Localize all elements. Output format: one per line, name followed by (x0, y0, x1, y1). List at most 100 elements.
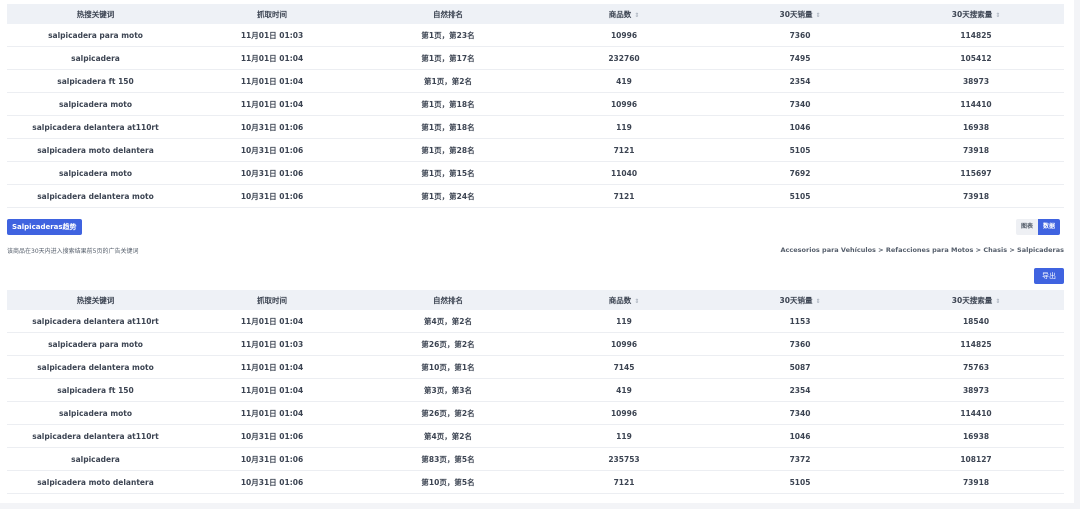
column-header[interactable]: 30天搜索量 ⇕ (888, 4, 1064, 24)
table-cell: 7121 (536, 138, 712, 162)
table-cell: salpicadera delantera moto (7, 355, 184, 379)
column-header: 自然排名 (360, 290, 536, 310)
table-body: salpicadera para moto 11月01日 01:03 第1页，第23… (7, 24, 1064, 208)
table-cell: 2354 (712, 69, 888, 93)
table-row: salpicadera moto 11月01日 01:04 第1页，第18名 1099… (7, 92, 1064, 116)
table-cell: 11月01日 01:04 (184, 92, 360, 116)
table-cell: 第1页，第23名 (360, 24, 536, 47)
table-cell: 419 (536, 378, 712, 402)
sort-icon[interactable]: ⇕ (815, 12, 820, 19)
table-cell: 119 (536, 115, 712, 139)
table-row: salpicadera para moto 11月01日 01:03 第1页，第23… (7, 24, 1064, 47)
table-cell: salpicadera moto (7, 161, 184, 185)
table-cell: 75763 (888, 355, 1064, 379)
column-header: 热搜关键词 (7, 4, 184, 24)
column-header[interactable]: 30天销量 ⇕ (712, 290, 888, 310)
table-cell: 7340 (712, 401, 888, 425)
column-header-label: 商品数 (608, 9, 632, 19)
ad-keyword-note: 该商品在30天内进入搜索结果前5页的广告关键词 (7, 248, 139, 255)
table-row: salpicadera ft 150 11月01日 01:04 第3页，第3名 419… (7, 378, 1064, 402)
sort-icon[interactable]: ⇕ (634, 12, 639, 19)
column-header: 抓取时间 (184, 290, 360, 310)
table-cell: salpicadera para moto (7, 332, 184, 356)
table-cell: 235753 (536, 447, 712, 471)
table-cell: 2354 (712, 378, 888, 402)
table-cell: 10996 (536, 332, 712, 356)
table-cell: 第1页，第28名 (360, 138, 536, 162)
table-cell: 第26页，第2名 (360, 401, 536, 425)
table-cell: 5105 (712, 470, 888, 494)
export-button[interactable]: 导出 (1034, 268, 1064, 284)
table-cell: 11月01日 01:04 (184, 46, 360, 70)
sort-icon[interactable]: ⇕ (634, 298, 639, 305)
table-cell: 11月01日 01:04 (184, 378, 360, 402)
table-row: salpicadera para moto 11月01日 01:03 第26页，第2… (7, 332, 1064, 356)
table-cell: 1046 (712, 115, 888, 139)
column-header-label: 30天搜索量 (951, 9, 993, 19)
table-cell: 7360 (712, 24, 888, 47)
sort-icon[interactable]: ⇕ (995, 12, 1000, 19)
table-cell: salpicadera (7, 46, 184, 70)
table-cell: 5105 (712, 184, 888, 208)
table-cell: 419 (536, 69, 712, 93)
table-row: salpicadera delantera at110rt 11月01日 01:0… (7, 310, 1064, 333)
table-cell: 第3页，第3名 (360, 378, 536, 402)
table-cell: 第83页，第5名 (360, 447, 536, 471)
table-row: salpicadera ft 150 11月01日 01:04 第1页，第2名 419… (7, 69, 1064, 93)
table-cell: 11月01日 01:03 (184, 332, 360, 356)
table-cell: 115697 (888, 161, 1064, 185)
table-row: salpicadera 11月01日 01:04 第1页，第17名 232760 749… (7, 46, 1064, 70)
table-cell: 11月01日 01:04 (184, 69, 360, 93)
table-cell: 108127 (888, 447, 1064, 471)
table-cell: 7495 (712, 46, 888, 70)
table-cell: 10月31日 01:06 (184, 424, 360, 448)
table-cell: salpicadera moto delantera (7, 470, 184, 494)
table-cell: 114410 (888, 401, 1064, 425)
column-header[interactable]: 30天搜索量 ⇕ (888, 290, 1064, 310)
table-cell: salpicadera para moto (7, 24, 184, 47)
column-header: 自然排名 (360, 4, 536, 24)
column-header-label: 热搜关键词 (76, 9, 115, 19)
column-header[interactable]: 30天销量 ⇕ (712, 4, 888, 24)
table-cell: 10月31日 01:06 (184, 470, 360, 494)
table-cell: 232760 (536, 46, 712, 70)
table-cell: 第1页，第15名 (360, 161, 536, 185)
table-cell: 114825 (888, 332, 1064, 356)
sort-icon[interactable]: ⇕ (995, 298, 1000, 305)
column-header[interactable]: 商品数 ⇕ (536, 290, 712, 310)
table-cell: salpicadera moto (7, 92, 184, 116)
column-header-label: 抓取时间 (257, 9, 287, 19)
sort-icon[interactable]: ⇕ (815, 298, 820, 305)
view-toggle[interactable]: 图表 数据 (1016, 219, 1061, 235)
column-header[interactable]: 商品数 ⇕ (536, 4, 712, 24)
table-cell: 11月01日 01:04 (184, 310, 360, 333)
table-cell: 10月31日 01:06 (184, 161, 360, 185)
table-cell: 16938 (888, 424, 1064, 448)
table-row: salpicadera moto 10月31日 01:06 第1页，第15名 1104… (7, 161, 1064, 185)
table-cell: 第1页，第17名 (360, 46, 536, 70)
table-cell: 7692 (712, 161, 888, 185)
column-header-label: 30天搜索量 (951, 295, 993, 305)
table-cell: 73918 (888, 184, 1064, 208)
table-cell: 18540 (888, 310, 1064, 333)
page-bottom-strip (0, 503, 1080, 509)
table-cell: 11040 (536, 161, 712, 185)
table-cell: 第26页，第2名 (360, 332, 536, 356)
scrollbar-track[interactable] (1074, 0, 1080, 509)
table-cell: 119 (536, 310, 712, 333)
table-cell: 1046 (712, 424, 888, 448)
column-header-label: 抓取时间 (257, 295, 287, 305)
table-body: salpicadera delantera at110rt 11月01日 01:0… (7, 310, 1064, 494)
table-cell: 5087 (712, 355, 888, 379)
table-cell: 第1页，第2名 (360, 69, 536, 93)
trend-button[interactable]: Salpicaderas趋势 (7, 219, 82, 235)
table-cell: 10996 (536, 92, 712, 116)
chart-view-button[interactable]: 图表 (1016, 219, 1039, 235)
table-row: salpicadera moto delantera 10月31日 01:06 第1… (7, 470, 1064, 494)
table-row: salpicadera 10月31日 01:06 第83页，第5名 235753 737… (7, 447, 1064, 471)
table-cell: 114410 (888, 92, 1064, 116)
table-cell: 7121 (536, 184, 712, 208)
data-view-button[interactable]: 数据 (1038, 219, 1061, 235)
table-cell: 7360 (712, 332, 888, 356)
table-cell: 11月01日 01:04 (184, 401, 360, 425)
